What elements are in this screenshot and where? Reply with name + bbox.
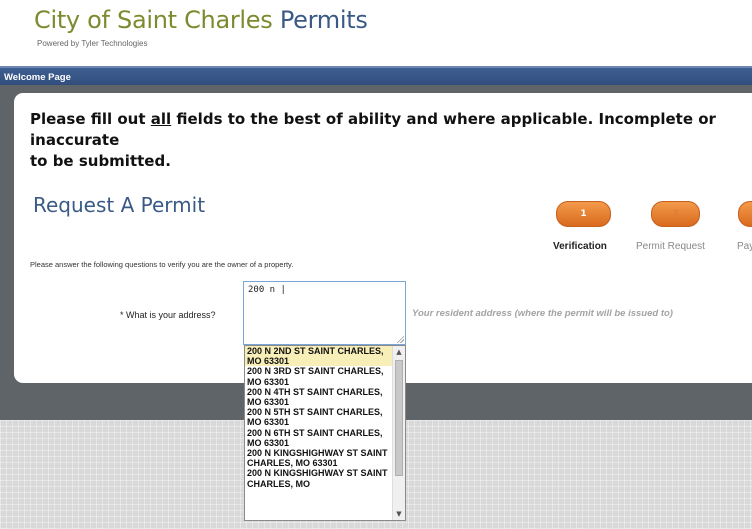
header: City of Saint Charles Permits Powered by… bbox=[0, 0, 752, 66]
suggestion-item[interactable]: 200 N 5TH ST SAINT CHARLES, MO 63301 bbox=[245, 407, 395, 427]
step-2-badge: 2 bbox=[651, 201, 700, 227]
suggestion-item[interactable]: 200 N KINGSHIGHWAY ST SAINT CHARLES, MO bbox=[245, 468, 395, 488]
nav-bar: Welcome Page bbox=[0, 66, 752, 87]
suggestion-item[interactable]: 200 N 6TH ST SAINT CHARLES, MO 63301 bbox=[245, 428, 395, 448]
suggestion-item[interactable]: 200 N KINGSHIGHWAY ST SAINT CHARLES, MO … bbox=[245, 448, 395, 468]
title-permits: Permits bbox=[279, 6, 368, 34]
step-2-label: Permit Request bbox=[636, 241, 705, 252]
notice-part1: Please fill out bbox=[30, 110, 151, 128]
scroll-thumb[interactable] bbox=[395, 360, 403, 476]
dropdown-scrollbar[interactable]: ▲ ▼ bbox=[392, 346, 405, 520]
suggestion-item[interactable]: 200 N 2ND ST SAINT CHARLES, MO 63301 bbox=[245, 346, 395, 367]
nav-welcome-page[interactable]: Welcome Page bbox=[4, 72, 71, 83]
powered-by: Powered by Tyler Technologies bbox=[37, 39, 148, 48]
address-label: * What is your address? bbox=[120, 310, 216, 320]
scroll-down-icon[interactable]: ▼ bbox=[393, 508, 405, 520]
suggestion-list: 200 N 2ND ST SAINT CHARLES, MO 63301 200… bbox=[245, 346, 395, 489]
resize-handle-icon[interactable] bbox=[396, 335, 404, 343]
suggestion-item[interactable]: 200 N 3RD ST SAINT CHARLES, MO 63301 bbox=[245, 366, 395, 386]
page-title: Request A Permit bbox=[33, 193, 206, 217]
address-input[interactable]: 200 n | bbox=[243, 281, 406, 345]
suggestion-item[interactable]: 200 N 4TH ST SAINT CHARLES, MO 63301 bbox=[245, 387, 395, 407]
step-3-label: Pay bbox=[737, 241, 752, 252]
title-city: City of Saint Charles bbox=[34, 6, 273, 34]
scroll-up-icon[interactable]: ▲ bbox=[393, 346, 405, 358]
step-1-label: Verification bbox=[553, 241, 607, 252]
address-value: 200 n | bbox=[248, 285, 286, 295]
address-hint: Your resident address (where the permit … bbox=[412, 308, 673, 319]
address-suggestions-dropdown[interactable]: 200 N 2ND ST SAINT CHARLES, MO 63301 200… bbox=[244, 345, 406, 521]
instruction-text: Please answer the following questions to… bbox=[30, 260, 294, 269]
notice-line2: to be submitted. bbox=[30, 152, 171, 170]
notice-emphasis: all bbox=[150, 110, 172, 128]
step-1-badge: 1 bbox=[556, 201, 611, 227]
site-title[interactable]: City of Saint Charles Permits bbox=[34, 6, 368, 34]
notice-text: Please fill out all fields to the best o… bbox=[30, 109, 752, 172]
